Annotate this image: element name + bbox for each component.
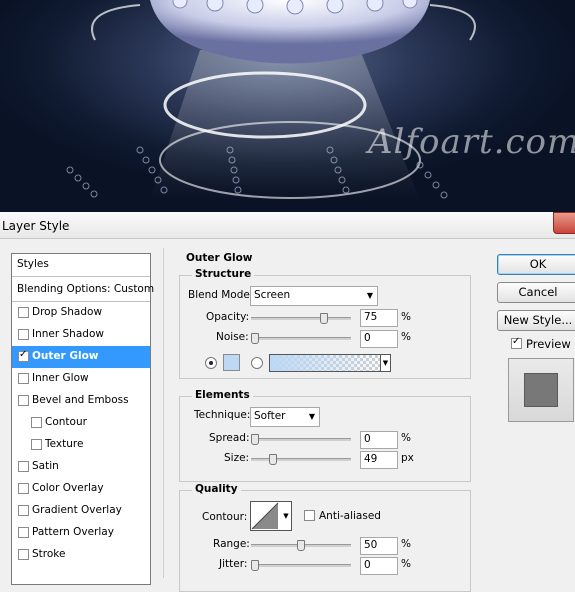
anti-aliased-checkbox[interactable] — [304, 510, 315, 521]
preview-checkbox[interactable] — [511, 336, 522, 349]
blending-options-item[interactable]: Blending Options: Custom — [12, 279, 154, 302]
range-slider[interactable] — [251, 540, 351, 551]
inner-glow-checkbox[interactable] — [18, 373, 29, 384]
range-label: Range: — [213, 538, 250, 550]
jitter-unit: % — [401, 558, 411, 570]
structure-title: Structure — [192, 268, 255, 280]
noise-unit: % — [401, 331, 411, 343]
spread-label: Spread: — [209, 432, 250, 444]
noise-input[interactable]: 0 — [360, 330, 398, 348]
title-bar[interactable]: Layer Style — [0, 212, 575, 239]
jitter-label: Jitter: — [219, 558, 248, 570]
range-input[interactable]: 50 — [360, 537, 398, 555]
style-item-texture[interactable]: Texture — [12, 434, 150, 456]
dialog-title: Layer Style — [2, 219, 70, 233]
spread-slider[interactable] — [251, 434, 351, 445]
style-item-inner-glow[interactable]: Inner Glow — [12, 368, 150, 390]
stroke-checkbox[interactable] — [18, 549, 29, 560]
artwork-canvas: Alfoart.com — [0, 0, 575, 212]
range-slider-knob[interactable] — [297, 540, 305, 551]
gradient-overlay-checkbox[interactable] — [18, 505, 29, 516]
spread-unit: % — [401, 432, 411, 444]
anti-aliased-label: Anti-aliased — [319, 510, 381, 522]
style-item-drop-shadow[interactable]: Drop Shadow — [12, 302, 150, 324]
noise-slider-knob[interactable] — [251, 333, 259, 344]
drop-shadow-checkbox[interactable] — [18, 307, 29, 318]
color-overlay-checkbox[interactable] — [18, 483, 29, 494]
style-item-pattern-overlay[interactable]: Pattern Overlay — [12, 522, 150, 544]
style-item-contour[interactable]: Contour — [12, 412, 150, 434]
cancel-button[interactable]: Cancel — [497, 282, 575, 303]
contour-picker[interactable] — [250, 501, 282, 531]
gradient-radio[interactable] — [251, 357, 263, 369]
gradient-dropdown-icon: ▼ — [380, 355, 390, 371]
dropdown-arrow-icon: ▼ — [308, 412, 315, 421]
outer-glow-checkbox[interactable] — [18, 349, 29, 362]
solid-color-radio[interactable] — [205, 357, 217, 369]
layer-style-dialog: Layer Style Styles Blending Options: Cus… — [0, 212, 575, 592]
style-item-gradient-overlay[interactable]: Gradient Overlay — [12, 500, 150, 522]
noise-label: Noise: — [216, 331, 249, 343]
contour-checkbox[interactable] — [31, 417, 42, 428]
style-item-bevel-emboss[interactable]: Bevel and Emboss — [12, 390, 150, 412]
size-input[interactable]: 49 — [360, 451, 398, 469]
texture-checkbox[interactable] — [31, 439, 42, 450]
elements-title: Elements — [192, 389, 253, 401]
jitter-input[interactable]: 0 — [360, 557, 398, 575]
contour-dropdown-icon[interactable]: ▼ — [281, 501, 292, 531]
size-slider-knob[interactable] — [269, 454, 277, 465]
jitter-slider-knob[interactable] — [251, 560, 259, 571]
style-item-inner-shadow[interactable]: Inner Shadow — [12, 324, 150, 346]
range-unit: % — [401, 538, 411, 550]
blend-mode-select[interactable]: Screen ▼ — [250, 286, 378, 306]
outer-glow-panel: Outer Glow Structure Blend Mode: Screen … — [163, 248, 482, 592]
spread-input[interactable]: 0 — [360, 431, 398, 449]
quality-title: Quality — [192, 483, 241, 495]
style-item-satin[interactable]: Satin — [12, 456, 150, 478]
close-button[interactable] — [553, 212, 575, 234]
new-style-button[interactable]: New Style... — [497, 310, 575, 331]
blend-mode-label: Blend Mode: — [188, 289, 254, 301]
styles-list: Styles Blending Options: Custom Drop Sha… — [11, 253, 154, 585]
opacity-slider[interactable] — [251, 313, 351, 324]
contour-label: Contour: — [202, 511, 248, 523]
contour-curve-icon — [251, 502, 279, 530]
style-preview-thumbnail — [508, 358, 574, 422]
bevel-emboss-checkbox[interactable] — [18, 395, 29, 406]
style-item-outer-glow[interactable]: Outer Glow — [12, 346, 150, 368]
dropdown-arrow-icon: ▼ — [366, 291, 373, 300]
glow-color-swatch[interactable] — [223, 354, 240, 371]
size-label: Size: — [224, 452, 250, 464]
size-unit: px — [401, 452, 414, 464]
glow-gradient-picker[interactable]: ▼ — [269, 354, 391, 372]
watermark-text: Alfoart.com — [368, 122, 575, 162]
size-slider[interactable] — [251, 454, 351, 465]
technique-select[interactable]: Softer ▼ — [250, 407, 320, 427]
jitter-slider[interactable] — [251, 560, 351, 571]
outer-glow-title: Outer Glow — [186, 252, 253, 264]
opacity-slider-knob[interactable] — [320, 313, 328, 324]
preview-label: Preview — [526, 337, 571, 351]
satin-checkbox[interactable] — [18, 461, 29, 472]
opacity-input[interactable]: 75 — [360, 309, 398, 327]
pattern-overlay-checkbox[interactable] — [18, 527, 29, 538]
noise-slider[interactable] — [251, 333, 351, 344]
styles-header[interactable]: Styles — [12, 254, 150, 277]
technique-label: Technique: — [194, 409, 251, 421]
opacity-label: Opacity: — [206, 311, 250, 323]
spread-slider-knob[interactable] — [251, 434, 259, 445]
inner-shadow-checkbox[interactable] — [18, 329, 29, 340]
style-item-color-overlay[interactable]: Color Overlay — [12, 478, 150, 500]
glow-illustration — [66, 0, 476, 200]
opacity-unit: % — [401, 311, 411, 323]
ok-button[interactable]: OK — [497, 254, 575, 275]
style-item-stroke[interactable]: Stroke — [12, 544, 150, 566]
